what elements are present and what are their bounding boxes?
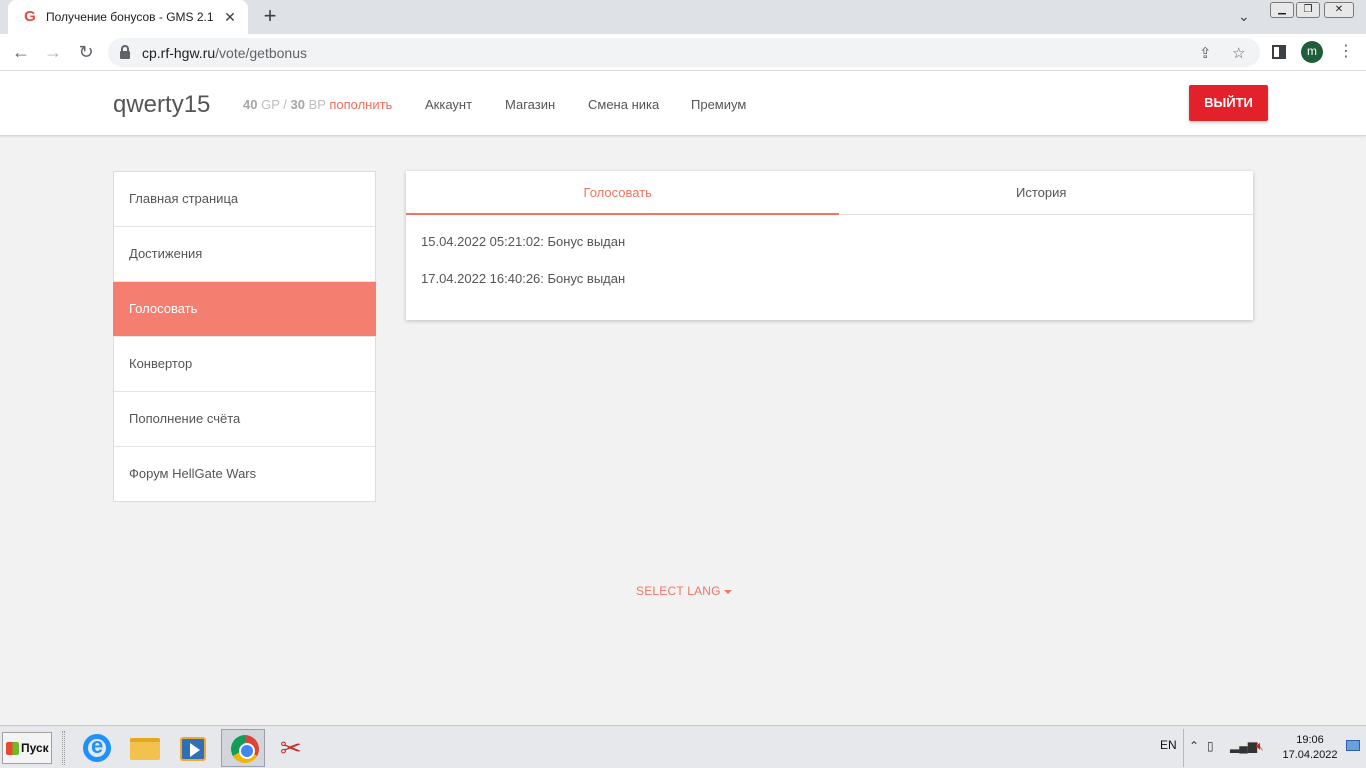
taskbar-explorer[interactable]: [122, 729, 166, 767]
nav-shop[interactable]: Магазин: [505, 97, 555, 112]
browser-toolbar: ← → ↻ cp.rf-hgw.ru/vote/getbonus ⇪ ☆: [0, 34, 1366, 71]
history-entry: 15.04.2022 05:21:02: Бонус выдан: [421, 234, 626, 249]
folder-icon: [130, 738, 160, 760]
sidebar-menu: Главная страница Достижения Голосовать К…: [113, 171, 376, 502]
show-desktop-icon[interactable]: [1346, 740, 1360, 751]
taskbar-separator: [62, 731, 65, 765]
sidebar-item-converter[interactable]: Конвертор: [114, 337, 375, 392]
restore-icon[interactable]: ❐: [1296, 2, 1320, 18]
browser-menu-icon[interactable]: ⋮: [1338, 42, 1354, 62]
network-signal-icon[interactable]: ▂▄▆: [1230, 739, 1257, 753]
site-favicon-icon: G: [24, 8, 36, 25]
select-lang-dropdown[interactable]: SELECT LANG: [636, 584, 732, 598]
address-bar[interactable]: cp.rf-hgw.ru/vote/getbonus ⇪ ☆: [108, 38, 1260, 67]
language-indicator[interactable]: EN: [1160, 738, 1177, 752]
history-entry: 17.04.2022 16:40:26: Бонус выдан: [421, 271, 626, 286]
start-button[interactable]: Пуск: [2, 732, 52, 764]
sidebar-item-forum[interactable]: Форум HellGate Wars: [114, 447, 375, 502]
clock-time: 19:06: [1296, 734, 1324, 746]
volume-muted-icon[interactable]: 🔇︎: [1256, 739, 1264, 754]
clock-date: 17.04.2022: [1282, 749, 1338, 761]
caret-down-icon: [723, 589, 732, 594]
share-icon[interactable]: ⇪: [1199, 44, 1212, 62]
close-window-icon[interactable]: ✕: [1324, 2, 1354, 18]
sidebar-item-topup[interactable]: Пополнение счёта: [114, 392, 375, 447]
taskbar: Пуск ✂ EN ⌃ ▯ ▂▄▆ 🔇︎ 19:06 17.04.2022: [0, 725, 1366, 768]
sidebar-item-home[interactable]: Главная страница: [114, 172, 375, 227]
site-header: qwerty15 40 GP / 30 BP пополнить Аккаунт…: [0, 71, 1366, 136]
chrome-icon: [231, 735, 259, 763]
taskbar-ie[interactable]: [73, 729, 117, 767]
forward-icon[interactable]: →: [41, 40, 65, 64]
profile-avatar[interactable]: m: [1301, 41, 1323, 63]
select-lang-label: SELECT LANG: [636, 584, 721, 598]
scissors-icon: ✂: [280, 733, 302, 763]
bookmark-star-icon[interactable]: ☆: [1232, 44, 1245, 62]
vote-tabs: Голосовать История: [406, 171, 1253, 215]
tab-vote[interactable]: Голосовать: [406, 171, 830, 215]
gp-value: 40: [243, 97, 258, 112]
new-tab-icon[interactable]: +: [258, 5, 282, 28]
media-player-icon: [180, 737, 206, 761]
username: qwerty15: [113, 91, 211, 118]
power-icon[interactable]: ▯: [1207, 739, 1214, 753]
windows-logo-icon: [6, 742, 19, 756]
active-tab-indicator: [406, 213, 839, 215]
nav-change-nick[interactable]: Смена ника: [588, 97, 659, 112]
minimize-icon[interactable]: ▁: [1270, 2, 1294, 18]
back-icon[interactable]: ←: [9, 40, 33, 64]
side-panel-icon[interactable]: [1272, 45, 1286, 59]
url-text[interactable]: cp.rf-hgw.ru/vote/getbonus: [142, 45, 307, 61]
clock[interactable]: 19:06 17.04.2022: [1280, 733, 1340, 763]
gp-unit: GP: [261, 97, 280, 112]
internet-explorer-icon: [83, 733, 111, 762]
tab-title: Получение бонусов - GMS 2.1: [46, 10, 214, 24]
vote-card: Голосовать История 15.04.2022 05:21:02: …: [406, 171, 1253, 320]
tab-close-icon[interactable]: ✕: [222, 9, 238, 26]
show-hidden-icons-icon[interactable]: ⌃: [1189, 739, 1199, 753]
nav-premium[interactable]: Премиум: [691, 97, 746, 112]
tab-history[interactable]: История: [830, 171, 1254, 215]
bp-value: 30: [290, 97, 305, 112]
balance: 40 GP / 30 BP пополнить: [243, 97, 393, 112]
logout-button[interactable]: ВЫЙТИ: [1189, 85, 1268, 121]
sidebar-item-achievements[interactable]: Достижения: [114, 227, 375, 282]
browser-tabstrip: G Получение бонусов - GMS 2.1 ✕ + ⌄ ▁ ❐ …: [0, 0, 1366, 34]
nav-account[interactable]: Аккаунт: [425, 97, 472, 112]
bp-unit: BP: [308, 97, 326, 112]
start-label: Пуск: [21, 741, 49, 755]
tab-search-icon[interactable]: ⌄: [1238, 8, 1250, 25]
browser-tab[interactable]: G Получение бонусов - GMS 2.1 ✕: [8, 0, 248, 34]
taskbar-chrome[interactable]: [221, 729, 265, 767]
taskbar-snipping-tool[interactable]: ✂: [272, 729, 316, 767]
sidebar-item-vote[interactable]: Голосовать: [113, 282, 376, 337]
lock-icon[interactable]: [120, 45, 130, 59]
topup-link[interactable]: пополнить: [329, 97, 392, 112]
taskbar-media-player[interactable]: [171, 729, 215, 767]
reload-icon[interactable]: ↻: [74, 40, 98, 64]
